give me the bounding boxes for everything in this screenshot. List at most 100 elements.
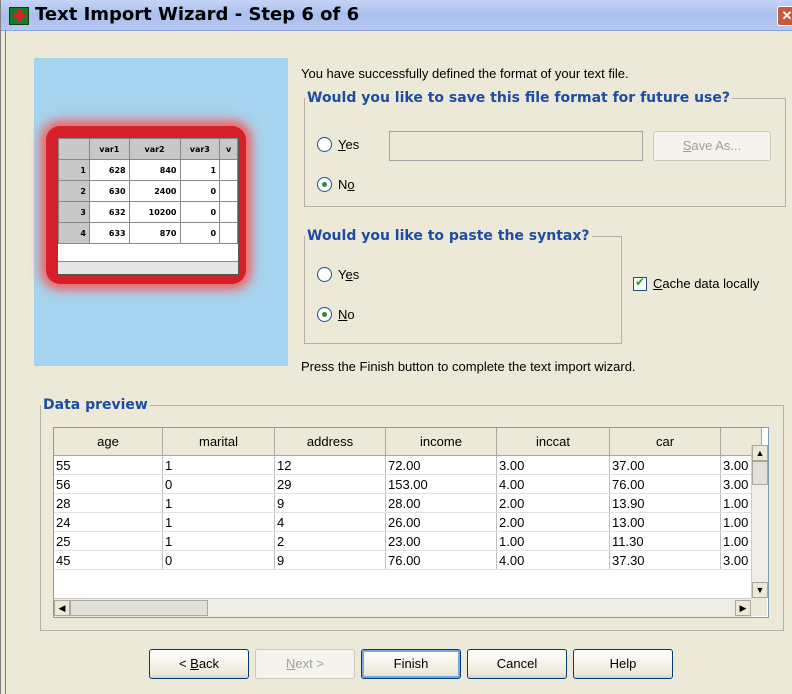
table-cell: 12: [274, 455, 386, 475]
mini-cell: 1: [179, 159, 221, 181]
save-format-legend: Would you like to save this file format …: [307, 90, 730, 106]
horizontal-scroll-thumb[interactable]: [70, 600, 208, 616]
table-cell: 1: [162, 512, 275, 532]
column-header[interactable]: inccat: [496, 428, 610, 456]
radio-label: No: [338, 307, 355, 322]
table-cell: 0: [162, 474, 275, 494]
table-cell: 24: [54, 512, 163, 532]
table-cell: 9: [274, 493, 386, 513]
title-bar[interactable]: Text Import Wizard - Step 6 of 6 ✕: [1, 0, 792, 31]
mini-cell: 870: [128, 222, 181, 244]
column-header[interactable]: address: [274, 428, 386, 456]
mini-header-cell: var2: [128, 138, 181, 160]
mini-header-cell: var3: [179, 138, 221, 160]
radio-circle-selected: [317, 307, 332, 322]
mini-row-header: 4: [58, 222, 90, 244]
wizard-preview-image: var1 var2 var3 v 1 628 840 1 2 630 2400 0 3 632…: [34, 58, 288, 366]
table-row: 28 1 9 28.00 2.00 13.90 1.00: [54, 493, 762, 513]
intro-text: You have successfully defined the format…: [301, 66, 629, 81]
mini-row-header: 2: [58, 180, 90, 202]
scroll-down-arrow-icon[interactable]: ▼: [752, 582, 768, 598]
mini-cell: 10200: [128, 201, 181, 223]
next-button[interactable]: Next >: [255, 649, 355, 679]
text-import-wizard-window: Text Import Wizard - Step 6 of 6 ✕ var1 …: [0, 0, 792, 694]
mini-cell: [219, 159, 238, 181]
close-button[interactable]: ✕: [777, 6, 792, 26]
save-format-filename-field[interactable]: [389, 131, 643, 161]
table-cell: 2: [274, 531, 386, 551]
mini-cell: 0: [179, 201, 221, 223]
table-row: 24 1 4 26.00 2.00 13.00 1.00: [54, 512, 762, 532]
table-cell: 28.00: [385, 493, 497, 513]
table-cell: 37.30: [609, 550, 721, 570]
horizontal-scrollbar[interactable]: ◀ ▶: [54, 598, 751, 617]
table-row: 56 0 29 153.00 4.00 76.00 3.00: [54, 474, 762, 494]
scroll-up-arrow-icon[interactable]: ▲: [752, 445, 768, 461]
save-format-no-radio[interactable]: No: [317, 177, 355, 192]
scroll-right-arrow-icon[interactable]: ▶: [735, 600, 751, 616]
paste-syntax-no-radio[interactable]: No: [317, 307, 355, 322]
mini-cell: 633: [89, 222, 130, 244]
paste-syntax-yes-radio[interactable]: Yes: [317, 267, 359, 282]
mini-header-cell: var1: [89, 138, 130, 160]
window-left-border: [5, 30, 6, 694]
table-cell: 11.30: [609, 531, 721, 551]
table-cell: 55: [54, 455, 163, 475]
paste-syntax-legend: Would you like to paste the syntax?: [307, 228, 590, 244]
radio-circle: [317, 267, 332, 282]
table-cell: 72.00: [385, 455, 497, 475]
paste-syntax-group: Would you like to paste the syntax?: [304, 228, 622, 344]
checkbox-checked: [633, 275, 647, 291]
column-header[interactable]: car: [609, 428, 721, 456]
help-button[interactable]: Help: [573, 649, 673, 679]
mini-cell: 0: [179, 222, 221, 244]
table-cell: 1: [162, 531, 275, 551]
radio-circle: [317, 137, 332, 152]
vertical-scroll-thumb[interactable]: [752, 461, 768, 485]
mini-cell: 0: [179, 180, 221, 202]
table-cell: 4.00: [496, 550, 610, 570]
scroll-left-arrow-icon[interactable]: ◀: [54, 600, 70, 616]
table-cell: 1: [162, 493, 275, 513]
table-cell: 2.00: [496, 493, 610, 513]
scrollbar-corner: [751, 598, 767, 616]
column-header[interactable]: income: [385, 428, 497, 456]
column-header[interactable]: age: [54, 428, 163, 456]
table-cell: 28: [54, 493, 163, 513]
save-as-button[interactable]: Save As...: [653, 131, 771, 161]
table-cell: 29: [274, 474, 386, 494]
column-header[interactable]: marital: [162, 428, 275, 456]
mini-cell: 630: [89, 180, 130, 202]
table-cell: 3.00: [496, 455, 610, 475]
finish-instruction-text: Press the Finish button to complete the …: [301, 359, 636, 374]
table-cell: 26.00: [385, 512, 497, 532]
table-cell: 45: [54, 550, 163, 570]
finish-button[interactable]: Finish: [361, 649, 461, 679]
spss-app-icon: [9, 7, 29, 25]
vertical-scrollbar[interactable]: ▲ ▼: [751, 445, 768, 598]
checkbox-label: Cache data locally: [653, 276, 760, 291]
data-preview-grid[interactable]: age marital address income inccat car 55…: [53, 427, 769, 618]
mini-cell: 628: [89, 159, 130, 181]
mini-cell: 632: [89, 201, 130, 223]
back-button[interactable]: < Back: [149, 649, 249, 679]
table-cell: 56: [54, 474, 163, 494]
save-format-yes-radio[interactable]: Yes: [317, 137, 359, 152]
cancel-button[interactable]: Cancel: [467, 649, 567, 679]
radio-label: No: [338, 177, 355, 192]
cache-data-checkbox[interactable]: Cache data locally: [633, 275, 760, 291]
mini-row-header: 1: [58, 159, 90, 181]
mini-cell: 840: [128, 159, 181, 181]
table-cell: 13.90: [609, 493, 721, 513]
table-cell: 76.00: [609, 474, 721, 494]
data-preview-legend: Data preview: [43, 397, 148, 413]
mini-corner-cell: [58, 138, 90, 160]
mini-header-cell: v: [219, 138, 238, 160]
table-row: 25 1 2 23.00 1.00 11.30 1.00: [54, 531, 762, 551]
mini-data-table: var1 var2 var3 v 1 628 840 1 2 630 2400 0 3 632…: [57, 137, 239, 275]
table-cell: 25: [54, 531, 163, 551]
table-cell: 9: [274, 550, 386, 570]
mini-cell: [219, 222, 238, 244]
mini-row-header: 3: [58, 201, 90, 223]
table-cell: 0: [162, 550, 275, 570]
